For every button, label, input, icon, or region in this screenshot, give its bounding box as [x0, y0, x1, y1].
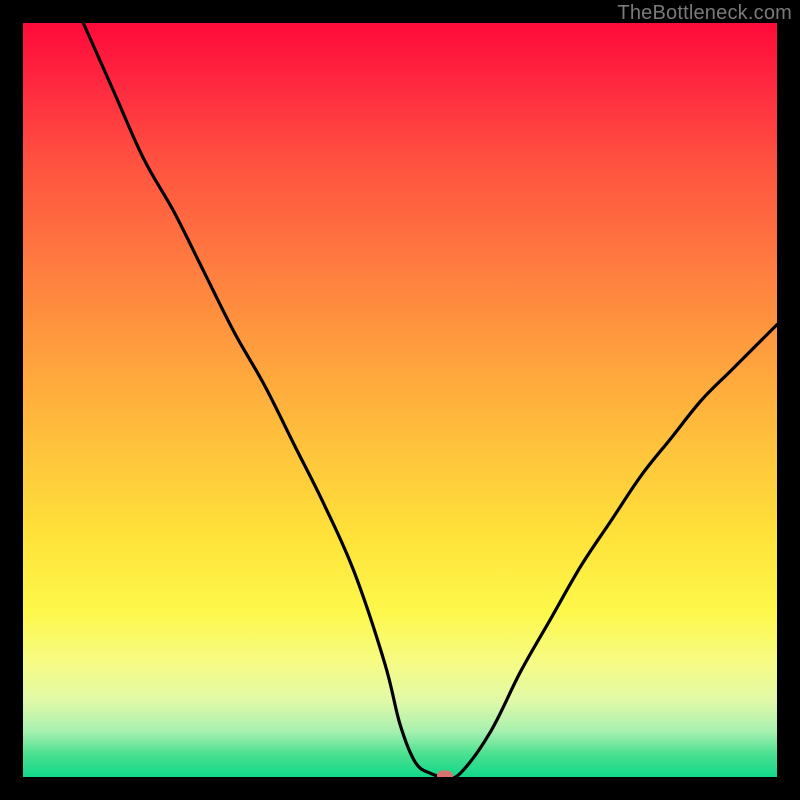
- watermark-text: TheBottleneck.com: [617, 2, 792, 25]
- chart-frame: TheBottleneck.com: [0, 0, 800, 800]
- vertex-marker: [437, 771, 453, 778]
- plot-area: [23, 23, 777, 777]
- bottleneck-curve: [23, 23, 777, 777]
